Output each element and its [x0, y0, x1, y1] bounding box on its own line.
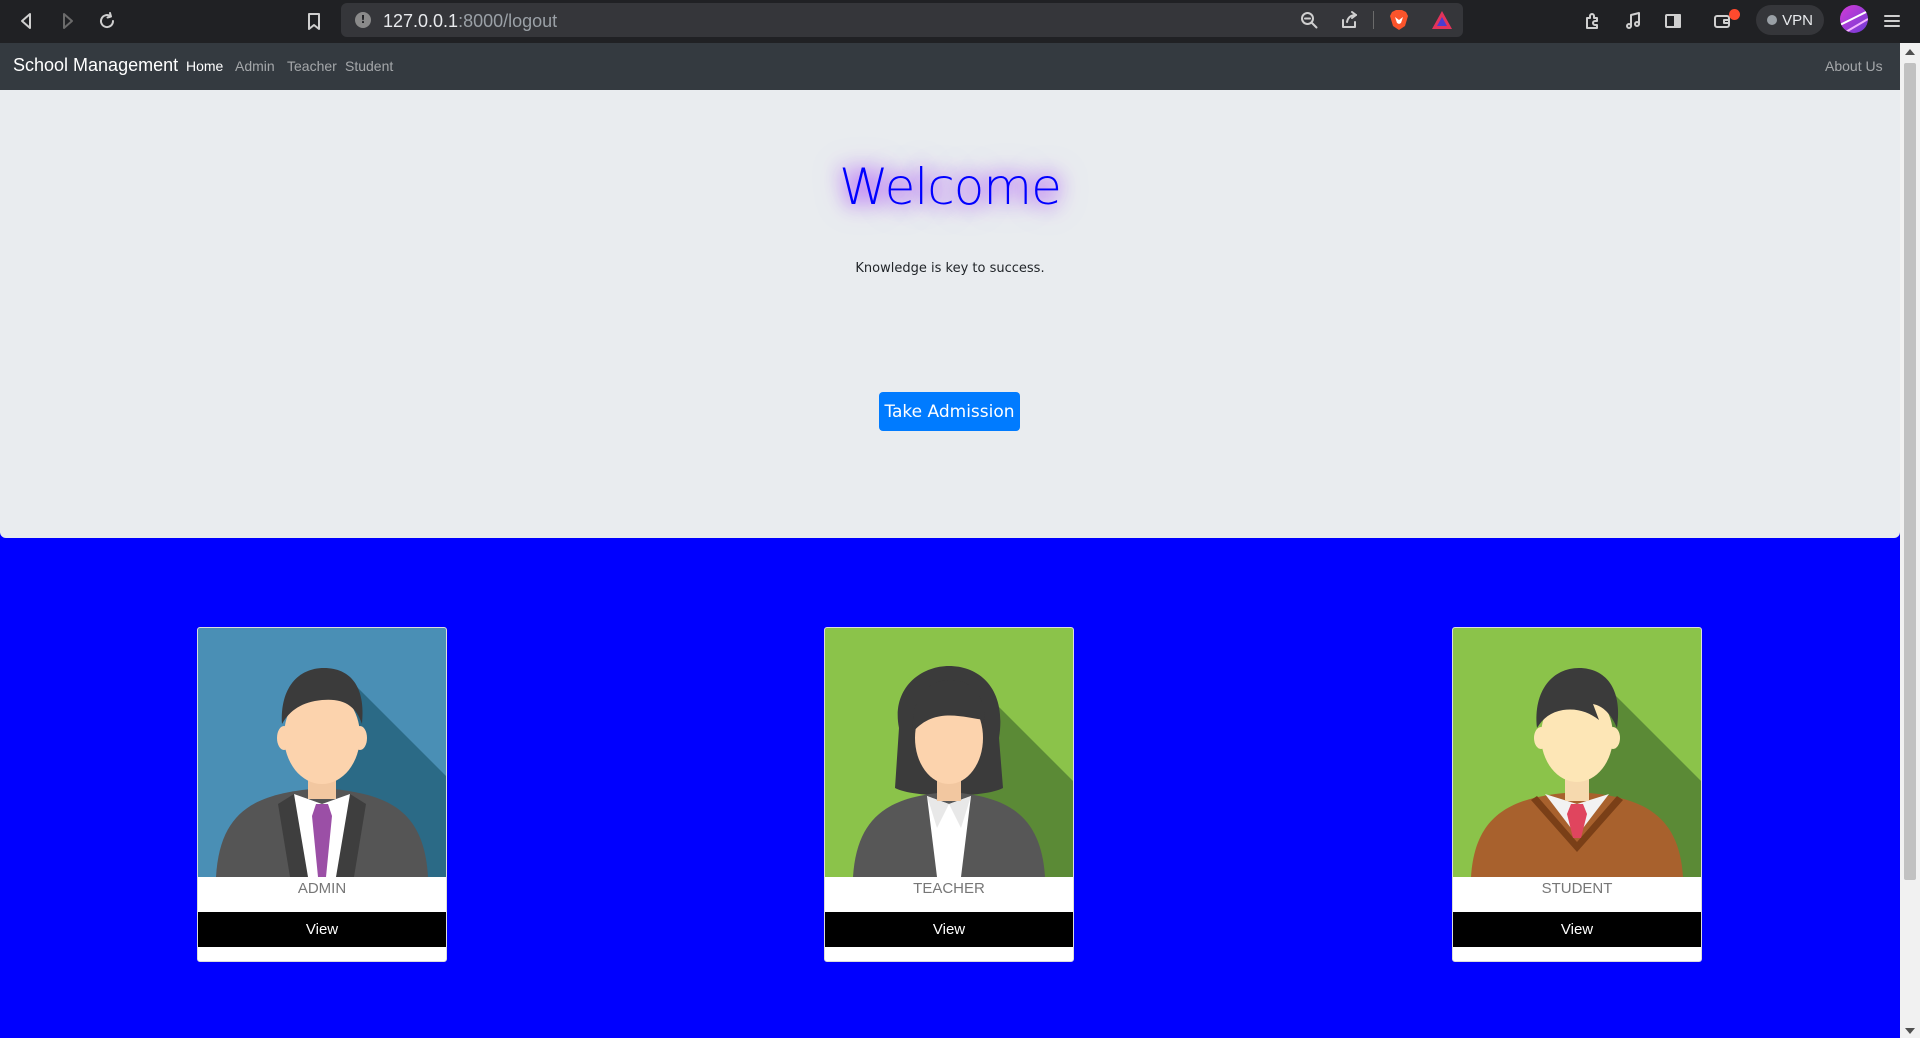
- share-icon[interactable]: [1339, 10, 1359, 30]
- scroll-up-icon[interactable]: [1905, 49, 1915, 55]
- notification-badge: [1729, 9, 1740, 20]
- address-bar[interactable]: ! 127.0.0.1:8000/logout: [341, 3, 1463, 37]
- brand-link[interactable]: School Management: [13, 55, 178, 76]
- back-icon[interactable]: [13, 7, 41, 35]
- browser-toolbar: ! 127.0.0.1:8000/logout VPN: [0, 0, 1920, 43]
- menu-icon[interactable]: [1878, 7, 1906, 35]
- brave-rewards-icon[interactable]: [1431, 10, 1453, 30]
- businesswoman-avatar-icon: [825, 628, 1073, 877]
- site-info-icon[interactable]: !: [355, 12, 371, 28]
- nav-link-teacher[interactable]: Teacher: [287, 58, 337, 74]
- forward-icon[interactable]: [53, 7, 81, 35]
- bookmark-icon[interactable]: [300, 7, 328, 35]
- nav-link-home[interactable]: Home: [186, 58, 223, 74]
- admin-card: ADMIN View: [197, 627, 447, 962]
- card-title: TEACHER: [913, 880, 985, 897]
- url-path: :8000/logout: [458, 11, 558, 31]
- url-divider: [1373, 11, 1374, 29]
- profile-avatar[interactable]: [1840, 5, 1868, 33]
- extensions-icon[interactable]: [1579, 7, 1607, 35]
- url-text[interactable]: 127.0.0.1:8000/logout: [383, 11, 557, 32]
- reload-icon[interactable]: [93, 7, 121, 35]
- hero-section: Welcome Knowledge is key to success. Tak…: [0, 90, 1900, 538]
- card-title: ADMIN: [297, 880, 347, 897]
- scroll-down-icon[interactable]: [1905, 1028, 1915, 1034]
- admin-view-button[interactable]: View: [198, 912, 446, 947]
- teacher-card: TEACHER View: [824, 627, 1074, 962]
- site-navbar: School Management Home Admin Teacher Stu…: [0, 43, 1900, 90]
- vpn-status-icon: [1767, 15, 1778, 25]
- nav-link-about[interactable]: About Us: [1825, 58, 1883, 74]
- sidebar-icon[interactable]: [1659, 7, 1687, 35]
- hero-tagline: Knowledge is key to success.: [855, 261, 1045, 276]
- brave-shields-icon[interactable]: [1389, 9, 1409, 31]
- vpn-button[interactable]: VPN: [1756, 5, 1824, 35]
- businessman-avatar-icon: [198, 628, 446, 877]
- take-admission-button[interactable]: Take Admission: [879, 392, 1020, 431]
- media-icon[interactable]: [1619, 7, 1647, 35]
- card-title: STUDENT: [1541, 880, 1613, 897]
- zoom-icon[interactable]: [1299, 10, 1319, 30]
- nav-link-admin[interactable]: Admin: [235, 58, 275, 74]
- nav-link-student[interactable]: Student: [345, 58, 393, 74]
- student-avatar-icon: [1453, 628, 1701, 877]
- student-view-button[interactable]: View: [1453, 912, 1701, 947]
- hero-title: Welcome: [839, 158, 1062, 216]
- url-host: 127.0.0.1: [383, 11, 459, 31]
- vpn-label: VPN: [1782, 11, 1813, 29]
- teacher-view-button[interactable]: View: [825, 912, 1073, 947]
- student-card: STUDENT View: [1452, 627, 1702, 962]
- page-scrollbar[interactable]: [1900, 43, 1920, 1038]
- scroll-thumb[interactable]: [1904, 63, 1916, 880]
